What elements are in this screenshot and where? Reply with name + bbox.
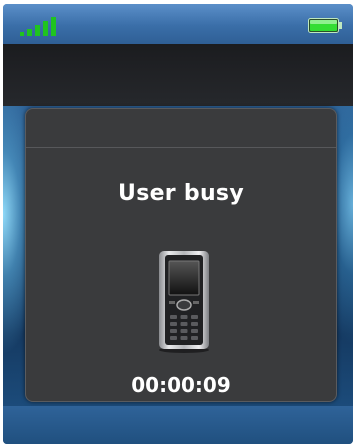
dialog-divider xyxy=(26,147,336,148)
battery-icon xyxy=(308,18,342,33)
softkey-bar xyxy=(3,406,353,444)
call-status-message: User busy xyxy=(118,181,244,206)
call-timer: 00:00:09 xyxy=(131,373,231,397)
title-bar xyxy=(3,44,353,106)
status-bar xyxy=(3,4,353,44)
phone-screen: User busy 00:00:09 xyxy=(3,4,353,444)
mobile-phone-icon xyxy=(159,251,209,353)
call-status-dialog: User busy 00:00:09 xyxy=(25,108,337,402)
signal-strength-icon xyxy=(20,17,56,36)
